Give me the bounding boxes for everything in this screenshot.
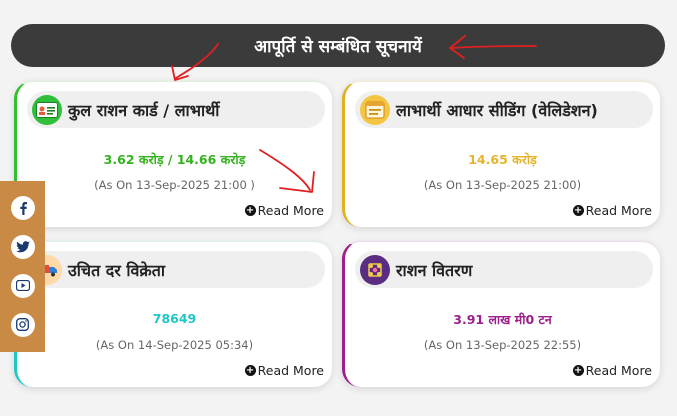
card-ration-cards: कुल राशन कार्ड / लाभार्थी 3.62 करोड़ / 1… — [14, 81, 332, 227]
plus-circle-icon: + — [244, 205, 256, 216]
ration-card-icon — [32, 94, 62, 125]
card-value: 3.62 करोड़ / 14.66 करोड़ — [103, 152, 246, 167]
card-title-bar: राशन वितरण — [355, 251, 653, 288]
card-aadhaar-seeding: लाभार्थी आधार सीडिंग (वेलिडेशन) 14.65 कर… — [342, 81, 660, 227]
read-more-label: Read More — [585, 203, 652, 218]
card-value: 14.65 करोड़ — [468, 152, 537, 167]
section-header: आपूर्ति से सम्बंधित सूचनायें — [11, 24, 665, 67]
plus-circle-icon: + — [572, 205, 584, 216]
read-more-link[interactable]: + Read More — [572, 363, 652, 378]
instagram-icon[interactable] — [10, 312, 35, 337]
card-title-bar: कुल राशन कार्ड / लाभार्थी — [27, 91, 325, 128]
card-as-of: (As On 13-Sep-2025 22:55) — [423, 338, 582, 352]
card-title: कुल राशन कार्ड / लाभार्थी — [68, 100, 220, 120]
plus-circle-icon: + — [572, 365, 584, 376]
read-more-label: Read More — [257, 203, 324, 218]
card-value: 3.91 लाख मी0 टन — [453, 312, 552, 327]
aadhaar-seeding-icon — [360, 94, 390, 125]
social-sidebar — [0, 181, 45, 352]
red-arrow-head — [171, 65, 189, 81]
card-title: राशन वितरण — [396, 260, 473, 280]
card-value: 78649 — [152, 311, 197, 326]
twitter-icon[interactable] — [10, 235, 35, 260]
distribution-icon — [360, 254, 390, 285]
read-more-label: Read More — [585, 363, 652, 378]
read-more-link[interactable]: + Read More — [244, 363, 324, 378]
section-title: आपूर्ति से सम्बंधित सूचनायें — [254, 37, 422, 57]
card-as-of: (As On 14-Sep-2025 05:34) — [95, 338, 254, 352]
facebook-icon[interactable] — [10, 196, 35, 221]
card-title-bar: लाभार्थी आधार सीडिंग (वेलिडेशन) — [355, 91, 653, 128]
card-as-of: (As On 13-Sep-2025 21:00 ) — [94, 178, 255, 192]
card-title: लाभार्थी आधार सीडिंग (वेलिडेशन) — [396, 100, 598, 120]
card-fair-price-shops: उचित दर विक्रेता 78649 (As On 14-Sep-202… — [14, 241, 332, 387]
card-as-of: (As On 13-Sep-2025 21:00) — [423, 178, 582, 192]
read-more-label: Read More — [257, 363, 324, 378]
youtube-icon[interactable] — [10, 273, 35, 298]
read-more-link[interactable]: + Read More — [244, 203, 324, 218]
card-title-bar: उचित दर विक्रेता — [27, 251, 325, 288]
card-ration-distribution: राशन वितरण 3.91 लाख मी0 टन (As On 13-Sep… — [342, 241, 660, 387]
read-more-link[interactable]: + Read More — [572, 203, 652, 218]
card-title: उचित दर विक्रेता — [68, 260, 165, 280]
plus-circle-icon: + — [244, 365, 256, 376]
